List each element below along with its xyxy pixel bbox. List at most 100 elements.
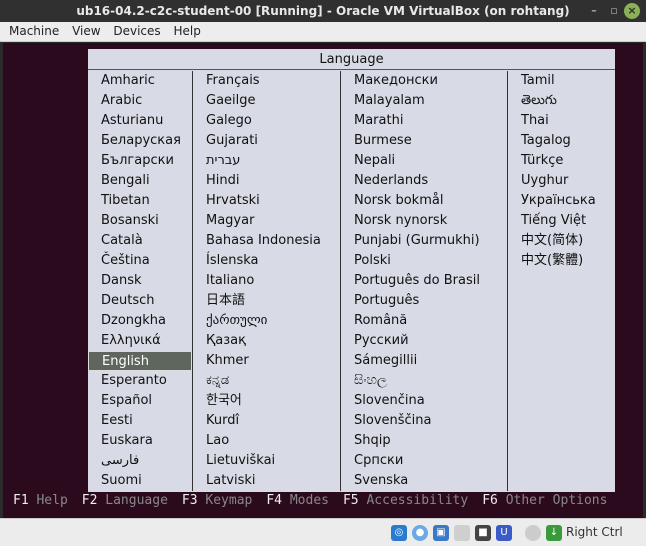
language-item[interactable]: Қазақ	[193, 331, 340, 351]
language-item[interactable]: Dzongkha	[88, 311, 192, 331]
language-item[interactable]: Malayalam	[341, 91, 507, 111]
language-item[interactable]: فارسی	[88, 451, 192, 471]
language-item[interactable]: 中文(繁體)	[508, 251, 614, 271]
language-item[interactable]: עברית	[193, 151, 340, 171]
language-item[interactable]: Suomi	[88, 471, 192, 491]
fkey-f3[interactable]: F3 Keymap	[182, 493, 252, 508]
language-item[interactable]: Euskara	[88, 431, 192, 451]
fkey-key: F1	[13, 493, 29, 508]
language-item[interactable]: Thai	[508, 111, 614, 131]
language-item[interactable]: Gaeilge	[193, 91, 340, 111]
language-item[interactable]: Lietuviškai	[193, 451, 340, 471]
language-item[interactable]: Tamil	[508, 71, 614, 91]
language-item[interactable]: Español	[88, 391, 192, 411]
language-item[interactable]: ಕನ್ನಡ	[193, 371, 340, 391]
menu-machine[interactable]: Machine	[9, 24, 59, 38]
language-item[interactable]: Lao	[193, 431, 340, 451]
language-item[interactable]: Polski	[341, 251, 507, 271]
fkey-f2[interactable]: F2 Language	[82, 493, 168, 508]
minimize-icon[interactable]: –	[586, 3, 602, 19]
fkey-f1[interactable]: F1 Help	[13, 493, 68, 508]
language-item[interactable]: Ελληνικά	[88, 331, 192, 351]
window-titlebar: ub16-04.2-c2c-student-00 [Running] - Ora…	[0, 0, 646, 22]
fkey-key: F6	[482, 493, 498, 508]
fkey-f5[interactable]: F5 Accessibility	[343, 493, 468, 508]
language-item[interactable]: Čeština	[88, 251, 192, 271]
language-item[interactable]: Tiếng Việt	[508, 211, 614, 231]
language-item[interactable]: Tagalog	[508, 131, 614, 151]
language-item[interactable]: Slovenčina	[341, 391, 507, 411]
language-item[interactable]: Esperanto	[88, 371, 192, 391]
language-item[interactable]: Македонски	[341, 71, 507, 91]
language-item[interactable]: 中文(简体)	[508, 231, 614, 251]
language-item[interactable]: తెలుగు	[508, 91, 614, 111]
language-item[interactable]: Deutsch	[88, 291, 192, 311]
language-item[interactable]: Norsk bokmål	[341, 191, 507, 211]
language-item[interactable]: Uyghur	[508, 171, 614, 191]
optical-drive-icon[interactable]: ●	[412, 525, 428, 541]
language-item[interactable]: Türkçe	[508, 151, 614, 171]
fkey-label: Accessibility	[366, 493, 469, 508]
language-item[interactable]: Kurdî	[193, 411, 340, 431]
language-item[interactable]: Português do Brasil	[341, 271, 507, 291]
language-item[interactable]: Bahasa Indonesia	[193, 231, 340, 251]
language-item[interactable]: Português	[341, 291, 507, 311]
language-item[interactable]: Asturianu	[88, 111, 192, 131]
menu-help[interactable]: Help	[174, 24, 201, 38]
language-item[interactable]: Nederlands	[341, 171, 507, 191]
language-item[interactable]: Беларуская	[88, 131, 192, 151]
language-item[interactable]: Shqip	[341, 431, 507, 451]
language-item[interactable]: Khmer	[193, 351, 340, 371]
language-item[interactable]: ქართული	[193, 311, 340, 331]
shared-folders-icon[interactable]	[454, 525, 470, 541]
language-item[interactable]: Hrvatski	[193, 191, 340, 211]
language-item[interactable]: Sámegillii	[341, 351, 507, 371]
language-item[interactable]: Arabic	[88, 91, 192, 111]
language-item[interactable]: Български	[88, 151, 192, 171]
language-item[interactable]: Hindi	[193, 171, 340, 191]
language-item[interactable]: Amharic	[88, 71, 192, 91]
video-capture-icon[interactable]: ■	[475, 525, 491, 541]
language-item[interactable]: Galego	[193, 111, 340, 131]
language-item[interactable]: Català	[88, 231, 192, 251]
language-item[interactable]: Eesti	[88, 411, 192, 431]
language-item[interactable]: Tibetan	[88, 191, 192, 211]
language-item[interactable]: Bosanski	[88, 211, 192, 231]
mouse-integration-icon[interactable]	[525, 525, 541, 541]
language-item[interactable]: Italiano	[193, 271, 340, 291]
fkey-f6[interactable]: F6 Other Options	[482, 493, 607, 508]
language-item[interactable]: 日本語	[193, 291, 340, 311]
language-item[interactable]: Dansk	[88, 271, 192, 291]
language-item[interactable]: Français	[193, 71, 340, 91]
language-item[interactable]: Slovenščina	[341, 411, 507, 431]
language-item[interactable]: Українська	[508, 191, 614, 211]
language-item[interactable]: Nepali	[341, 151, 507, 171]
language-item[interactable]: Svenska	[341, 471, 507, 491]
fkey-f4[interactable]: F4 Modes	[266, 493, 329, 508]
maximize-icon[interactable]: ▫	[606, 3, 622, 19]
language-item[interactable]: Русский	[341, 331, 507, 351]
language-item[interactable]: Íslenska	[193, 251, 340, 271]
language-item[interactable]: Magyar	[193, 211, 340, 231]
network-icon[interactable]: ▣	[433, 525, 449, 541]
language-item[interactable]: English	[88, 351, 192, 371]
language-item[interactable]: Bengali	[88, 171, 192, 191]
language-item[interactable]: සිංහල	[341, 371, 507, 391]
language-item[interactable]: Punjabi (Gurmukhi)	[341, 231, 507, 251]
language-item[interactable]: Gujarati	[193, 131, 340, 151]
vm-screen[interactable]: Language Amharic Arabic Asturianu Беларуска…	[3, 43, 643, 518]
usb-icon[interactable]: U	[496, 525, 512, 541]
menu-devices[interactable]: Devices	[113, 24, 160, 38]
language-item[interactable]: Română	[341, 311, 507, 331]
hard-disk-icon[interactable]: ◎	[391, 525, 407, 541]
language-item[interactable]: Marathi	[341, 111, 507, 131]
host-key-label: Right Ctrl	[566, 525, 623, 539]
language-item[interactable]: 한국어	[193, 391, 340, 411]
dialog-title: Language	[88, 49, 615, 70]
language-item[interactable]: Latviski	[193, 471, 340, 491]
language-item[interactable]: Norsk nynorsk	[341, 211, 507, 231]
menu-view[interactable]: View	[72, 24, 100, 38]
language-item[interactable]: Burmese	[341, 131, 507, 151]
language-item[interactable]: Српски	[341, 451, 507, 471]
close-icon[interactable]: ×	[624, 3, 640, 19]
